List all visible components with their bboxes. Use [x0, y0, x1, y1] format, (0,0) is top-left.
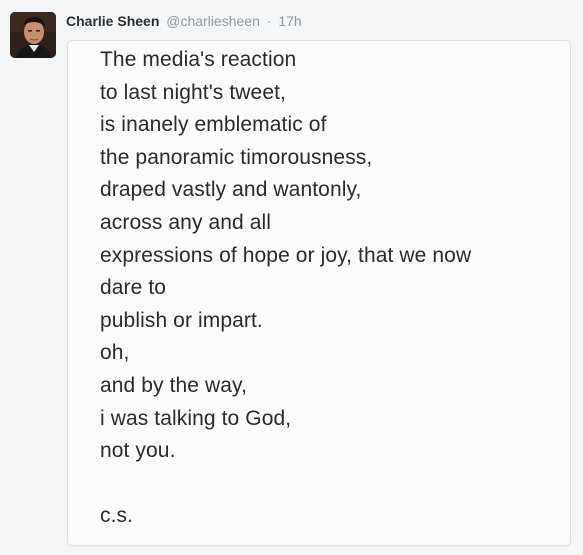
tweet-header: Charlie Sheen @charliesheen · 17h	[66, 11, 302, 31]
display-name[interactable]: Charlie Sheen	[66, 13, 159, 29]
note-line: dare to	[100, 276, 167, 300]
profile-photo-icon	[10, 12, 56, 58]
note-line: draped vastly and wantonly,	[100, 178, 362, 202]
note-line: not you.	[100, 439, 176, 463]
note-line: The media's reaction	[100, 48, 297, 71]
tweet: Charlie Sheen @charliesheen · 17h The me…	[0, 0, 583, 555]
user-handle[interactable]: @charliesheen	[166, 13, 260, 29]
note-line: the panoramic timorousness,	[100, 145, 373, 169]
note-line: c.s.	[100, 504, 134, 528]
note-line: and by the way,	[100, 373, 248, 397]
note-text: The media's reaction to last night's twee…	[100, 44, 471, 533]
avatar[interactable]	[10, 12, 56, 58]
note-line: to last night's tweet,	[100, 80, 286, 104]
note-line: across any and all	[100, 210, 272, 234]
timestamp[interactable]: 17h	[278, 13, 301, 29]
note-line: i was talking to God,	[100, 406, 292, 430]
note-blank-line	[100, 468, 471, 501]
note-line: is inanely emblematic of	[100, 113, 327, 137]
note-line: oh,	[100, 341, 130, 365]
meta-separator: ·	[266, 13, 272, 29]
note-line: publish or impart.	[100, 308, 263, 332]
attached-note-image[interactable]: The media's reaction to last night's twee…	[67, 40, 571, 546]
note-line: expressions of hope or joy, that we now	[100, 243, 472, 267]
